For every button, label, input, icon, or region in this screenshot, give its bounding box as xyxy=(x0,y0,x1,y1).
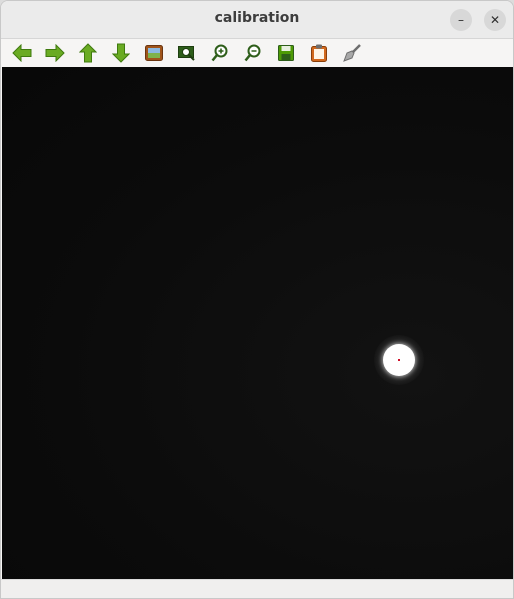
minimize-icon: – xyxy=(458,13,464,27)
title-bar[interactable]: calibration – ✕ xyxy=(1,1,513,39)
zoom-fit-button[interactable] xyxy=(176,42,198,64)
up-arrow-icon xyxy=(79,43,97,63)
minimize-button[interactable]: – xyxy=(450,9,472,31)
zoom-out-button[interactable] xyxy=(242,42,264,64)
window-title: calibration xyxy=(214,10,300,26)
image-canvas[interactable] xyxy=(2,67,513,579)
close-button[interactable]: ✕ xyxy=(484,9,506,31)
calibration-window: calibration – ✕ xyxy=(0,0,514,599)
up-button[interactable] xyxy=(77,42,99,64)
back-button[interactable] xyxy=(11,42,33,64)
clear-brush-icon xyxy=(343,44,361,62)
down-button[interactable] xyxy=(110,42,132,64)
image-icon xyxy=(145,45,163,61)
forward-arrow-icon xyxy=(45,44,65,62)
zoom-in-button[interactable] xyxy=(209,42,231,64)
clipboard-button[interactable] xyxy=(308,42,330,64)
status-bar xyxy=(1,579,513,598)
close-icon: ✕ xyxy=(489,13,501,27)
forward-button[interactable] xyxy=(44,42,66,64)
toolbar xyxy=(1,39,513,67)
back-arrow-icon xyxy=(12,44,32,62)
zoom-in-icon xyxy=(211,44,228,62)
clear-button[interactable] xyxy=(341,42,363,64)
zoom-fit-icon xyxy=(178,46,195,61)
clipboard-icon xyxy=(311,44,327,62)
zoom-out-icon xyxy=(244,44,261,62)
image-button[interactable] xyxy=(143,42,165,64)
save-button[interactable] xyxy=(275,42,297,64)
save-icon xyxy=(278,45,294,61)
centroid-marker xyxy=(398,359,400,361)
down-arrow-icon xyxy=(112,43,130,63)
